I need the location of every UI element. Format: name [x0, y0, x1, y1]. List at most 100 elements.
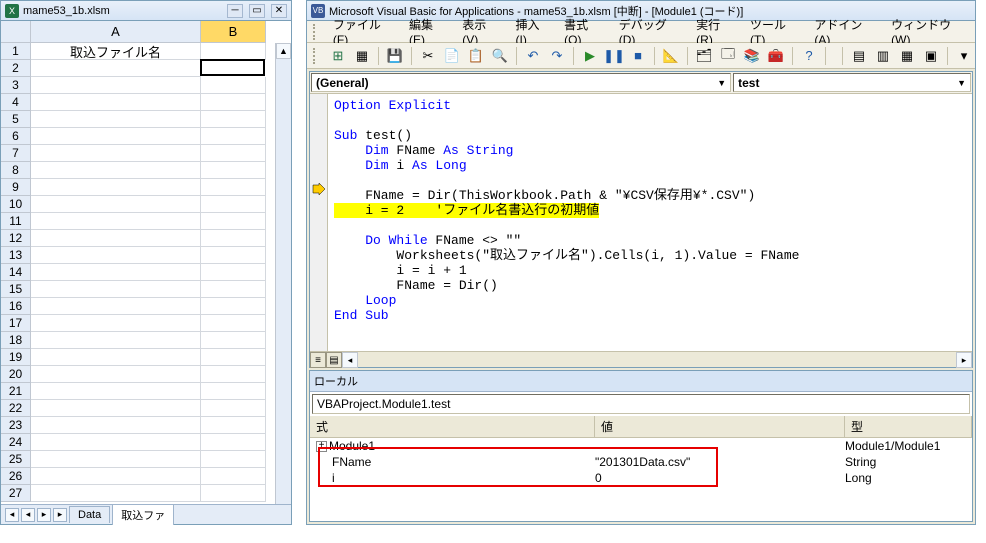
cell[interactable] [31, 366, 201, 383]
cell[interactable] [31, 400, 201, 417]
row-header[interactable]: 1 [1, 43, 31, 60]
cell[interactable] [201, 332, 266, 349]
procedure-view-button[interactable]: ≡ [310, 352, 326, 368]
locals-header-type[interactable]: 型 [845, 416, 972, 437]
excel-row[interactable]: 11 [1, 213, 291, 230]
excel-row[interactable]: 7 [1, 145, 291, 162]
copy-button[interactable]: 📄 [441, 45, 463, 67]
cell[interactable] [201, 400, 266, 417]
insert-module-button[interactable]: ▦ [351, 45, 373, 67]
excel-row[interactable]: 12 [1, 230, 291, 247]
row-header[interactable]: 9 [1, 179, 31, 196]
vbe-toolbar[interactable]: ⊞ ▦ 💾 ✂ 📄 📋 🔍 ↶ ↷ ▶ ❚❚ ■ 📐 🗂 🗔 📚 🧰 ? [307, 43, 975, 69]
design-mode-button[interactable]: 📐 [660, 45, 682, 67]
break-button[interactable]: ❚❚ [603, 45, 625, 67]
excel-row[interactable]: 22 [1, 400, 291, 417]
locals-row-module[interactable]: +Module1 Module1/Module1 [310, 438, 972, 454]
cell[interactable] [31, 145, 201, 162]
row-header[interactable]: 14 [1, 264, 31, 281]
cell[interactable] [201, 315, 266, 332]
excel-row[interactable]: 8 [1, 162, 291, 179]
row-header[interactable]: 7 [1, 145, 31, 162]
row-header[interactable]: 19 [1, 349, 31, 366]
row-header[interactable]: 5 [1, 111, 31, 128]
sheet-tab-bar[interactable]: ◂ ◂ ▸ ▸ Data 取込ファ [1, 504, 291, 524]
scroll-left-button[interactable]: ◂ [342, 352, 358, 368]
excel-row[interactable]: 10 [1, 196, 291, 213]
cell[interactable] [31, 77, 201, 94]
restore-button[interactable]: ▭ [249, 4, 265, 18]
vbe-menubar[interactable]: ファイル(F) 編集(E) 表示(V) 挿入(I) 書式(O) デバッグ(D) … [307, 21, 975, 43]
cell[interactable] [201, 417, 266, 434]
locals-header-expression[interactable]: 式 [310, 416, 595, 437]
cascade-button[interactable]: ▦ [896, 45, 918, 67]
cell[interactable] [201, 213, 266, 230]
tab-nav-first[interactable]: ◂ [5, 508, 19, 522]
excel-row[interactable]: 15 [1, 281, 291, 298]
find-button[interactable]: 🔍 [489, 45, 511, 67]
excel-vertical-scrollbar[interactable]: ▲ [275, 43, 291, 504]
excel-row[interactable]: 14 [1, 264, 291, 281]
run-button[interactable]: ▶ [579, 45, 601, 67]
excel-row[interactable]: 6 [1, 128, 291, 145]
locals-row-fname[interactable]: FName "201301Data.csv" String [310, 454, 972, 470]
row-header[interactable]: 4 [1, 94, 31, 111]
arrange-button[interactable]: ▣ [920, 45, 942, 67]
row-header[interactable]: 13 [1, 247, 31, 264]
excel-row[interactable]: 21 [1, 383, 291, 400]
cell[interactable] [201, 230, 266, 247]
excel-row[interactable]: 20 [1, 366, 291, 383]
cell[interactable] [31, 213, 201, 230]
locals-row-i[interactable]: i 0 Long [310, 470, 972, 486]
excel-row[interactable]: 26 [1, 468, 291, 485]
col-header-b[interactable]: B [201, 21, 266, 43]
cell[interactable] [31, 434, 201, 451]
cell[interactable] [201, 179, 266, 196]
vbe-window[interactable]: VB Microsoft Visual Basic for Applicatio… [306, 0, 976, 525]
cell[interactable] [201, 434, 266, 451]
cell[interactable] [31, 264, 201, 281]
row-header[interactable]: 20 [1, 366, 31, 383]
excel-row[interactable]: 4 [1, 94, 291, 111]
excel-row[interactable]: 27 [1, 485, 291, 502]
locals-window[interactable]: ローカル VBAProject.Module1.test 式 値 型 +Modu… [309, 370, 973, 522]
cell[interactable] [201, 383, 266, 400]
cell[interactable] [31, 485, 201, 502]
minimize-button[interactable]: ─ [227, 4, 243, 18]
cell[interactable] [31, 94, 201, 111]
toolbar-drag-handle[interactable] [313, 48, 319, 64]
close-button[interactable]: ✕ [271, 4, 287, 18]
row-header[interactable]: 18 [1, 332, 31, 349]
row-header[interactable]: 25 [1, 451, 31, 468]
cell[interactable] [31, 298, 201, 315]
excel-grid[interactable]: A B 1取込ファイル名2345678910111213141516171819… [1, 21, 291, 504]
row-header[interactable]: 3 [1, 77, 31, 94]
object-dropdown[interactable]: (General) ▼ [311, 73, 731, 92]
cell[interactable] [31, 332, 201, 349]
cell[interactable] [201, 281, 266, 298]
cell[interactable] [201, 94, 266, 111]
tab-nav-prev[interactable]: ◂ [21, 508, 35, 522]
project-explorer-button[interactable]: 🗂 [693, 45, 715, 67]
cell[interactable] [31, 417, 201, 434]
cell[interactable] [31, 451, 201, 468]
row-header[interactable]: 15 [1, 281, 31, 298]
row-header[interactable]: 22 [1, 400, 31, 417]
cell[interactable] [201, 111, 266, 128]
cell[interactable] [201, 298, 266, 315]
row-header[interactable]: 8 [1, 162, 31, 179]
tile-horizontal-button[interactable]: ▤ [848, 45, 870, 67]
excel-row[interactable]: 23 [1, 417, 291, 434]
cell[interactable] [31, 179, 201, 196]
cell[interactable] [31, 383, 201, 400]
more-button[interactable]: ▾ [953, 45, 975, 67]
cell[interactable] [31, 349, 201, 366]
procedure-dropdown[interactable]: test ▼ [733, 73, 971, 92]
cell[interactable] [31, 128, 201, 145]
properties-button[interactable]: 🗔 [717, 45, 739, 67]
cell[interactable] [201, 43, 266, 60]
cell[interactable] [201, 264, 266, 281]
code-margin[interactable] [310, 94, 328, 351]
col-header-a[interactable]: A [31, 21, 201, 43]
locals-header-value[interactable]: 値 [595, 416, 845, 437]
